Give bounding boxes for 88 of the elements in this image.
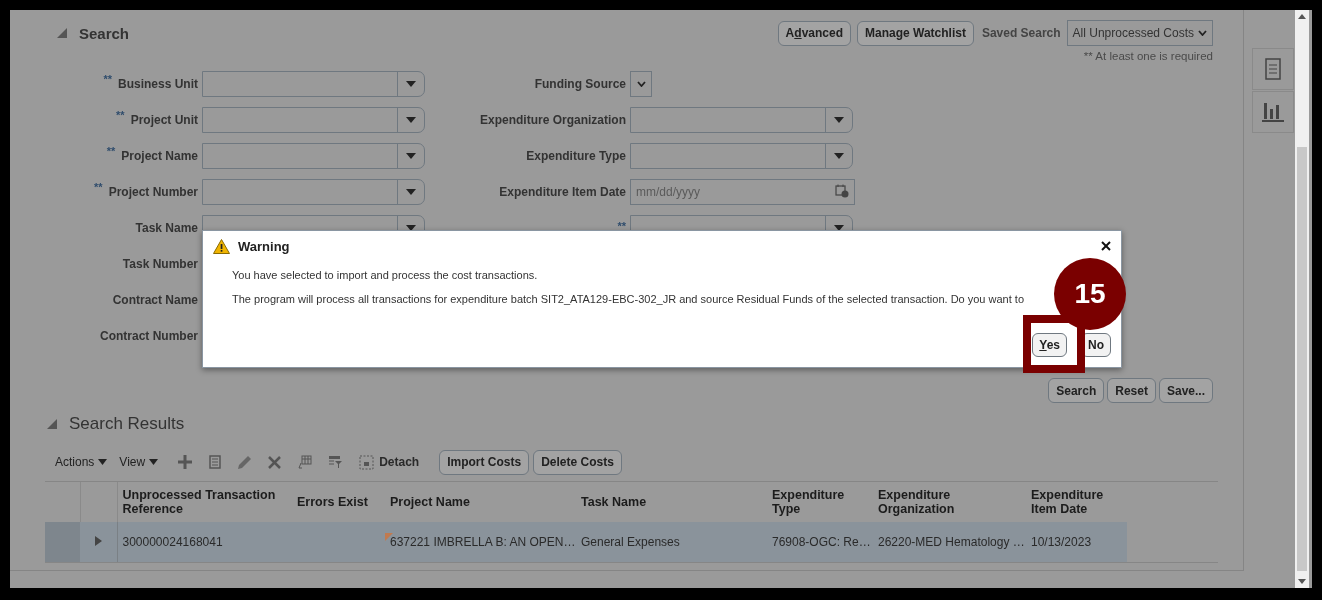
action-button[interactable]: Save... (1158, 378, 1213, 403)
field-label: Project Unit (130, 113, 198, 127)
table-icon[interactable] (297, 455, 313, 469)
close-icon[interactable] (1101, 241, 1111, 251)
dialog-button[interactable]: Yes (1032, 333, 1067, 357)
column-header[interactable]: Expenditure Organization (878, 488, 1021, 516)
edit-icon[interactable] (237, 454, 253, 470)
section-title: Search Results (69, 414, 185, 434)
column-header[interactable]: Expenditure Type (772, 488, 868, 516)
column-header[interactable]: Task Name (581, 495, 762, 509)
chevron-icon (636, 81, 646, 87)
toolbar-button[interactable]: Delete Costs (533, 449, 622, 475)
dropdown-field[interactable] (202, 71, 425, 97)
panel-tab[interactable] (1252, 48, 1294, 90)
action-button[interactable]: Search (1048, 378, 1105, 403)
section-title: Search (79, 24, 130, 42)
toolbar-button[interactable]: Advanced (777, 20, 851, 46)
caret-icon (834, 117, 844, 123)
dialog-message: The program will process all transactions for expenditure batch SIT2_ATA129-EBC-302_JR and source Residual Funds of the selected transaction. Do you want to (232, 293, 1025, 305)
field-label: Project Number (108, 185, 198, 199)
table-cell: 300000024168041 (122, 535, 223, 549)
calendar-icon[interactable] (835, 184, 849, 198)
action-button[interactable]: Reset (1107, 378, 1156, 403)
caret-icon (406, 189, 416, 195)
caret-icon (98, 459, 108, 465)
dropdown-field[interactable] (630, 71, 652, 97)
required-marker: ** (103, 73, 112, 85)
scroll-down-icon[interactable] (1298, 579, 1306, 584)
dialog-title: Warning (238, 238, 290, 254)
field-label: Business Unit (118, 77, 198, 91)
field-label: Contract Number (100, 329, 198, 343)
menu-button[interactable]: View (119, 455, 159, 469)
saved-search-select[interactable]: All Unprocessed Costs (1066, 20, 1213, 46)
field-label: Task Number (122, 257, 198, 271)
delete-icon[interactable] (268, 455, 282, 469)
column-header[interactable]: Expenditure Item Date (1031, 488, 1122, 516)
field-label: Project Name (121, 149, 198, 163)
warning-icon (213, 238, 230, 254)
caret-icon (149, 459, 159, 465)
table-cell: 10/13/2023 (1031, 535, 1092, 549)
caret-icon (834, 153, 844, 159)
field-label: Expenditure Item Date (499, 185, 626, 199)
field-label: Contract Name (112, 293, 198, 307)
collapse-icon[interactable] (47, 419, 57, 429)
required-note: ** At least one is required (1083, 50, 1213, 62)
field-label: Funding Source (534, 77, 626, 91)
table-cell: 26220-MED Hematology … (878, 535, 1025, 549)
field-label: Saved Search (981, 26, 1061, 40)
caret-icon (406, 81, 416, 87)
dropdown-field[interactable] (630, 107, 853, 133)
menu-button[interactable]: Actions (55, 455, 108, 469)
toolbar-button[interactable]: Import Costs (439, 449, 530, 475)
caret-icon (406, 153, 416, 159)
dropdown-field[interactable] (202, 107, 425, 133)
document-icon (1265, 58, 1281, 80)
caret-icon (406, 117, 416, 123)
column-header[interactable]: Unprocessed Transaction Reference (122, 488, 287, 516)
panel-tab[interactable] (1252, 91, 1294, 133)
field-label: Expenditure Type (526, 149, 626, 163)
table-cell: 76908-OGC: Re… (772, 535, 871, 549)
add-icon[interactable] (178, 455, 193, 469)
table-cell: General Expenses (581, 535, 680, 549)
field-label: Expenditure Organization (480, 113, 626, 127)
document-icon[interactable] (208, 455, 222, 469)
dropdown-field[interactable] (630, 143, 853, 169)
toolbar-button[interactable]: Manage Watchlist (857, 20, 974, 46)
chevron-icon (1198, 30, 1207, 36)
required-marker: ** (617, 220, 626, 232)
dropdown-field[interactable] (202, 143, 425, 169)
column-header[interactable]: Project Name (390, 495, 571, 509)
expand-icon[interactable] (94, 536, 102, 546)
bar-chart-icon (1261, 101, 1285, 123)
required-marker: ** (116, 109, 125, 121)
table-cell: 637221 IMBRELLA B: AN OPEN… (390, 535, 576, 549)
column-header[interactable]: Errors Exist (297, 495, 380, 509)
required-marker: ** (94, 181, 103, 193)
highlight-frame (1023, 315, 1085, 373)
dropdown-field[interactable] (202, 179, 425, 205)
required-marker: ** (106, 145, 116, 157)
scroll-up-icon[interactable] (1298, 14, 1306, 19)
date-field[interactable]: mm/dd/yyyy (630, 179, 855, 205)
filter-icon[interactable] (328, 455, 344, 469)
collapse-icon[interactable] (57, 28, 67, 38)
scrollbar[interactable] (1295, 10, 1309, 588)
detach-icon[interactable] (359, 454, 375, 470)
detach-button[interactable]: Detach (379, 455, 420, 469)
dialog-message: You have selected to import and process the cost transactions. (232, 269, 539, 281)
field-label: Task Name (135, 221, 198, 235)
